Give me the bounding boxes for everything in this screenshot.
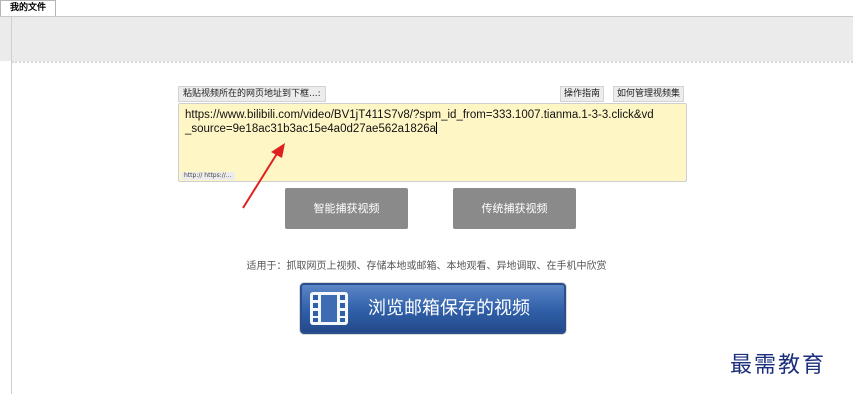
left-border xyxy=(11,17,12,394)
tab-my-files[interactable]: 我的文件 xyxy=(0,0,56,16)
url-value: https://www.bilibili.com/video/BV1jT411S… xyxy=(185,109,654,135)
paste-url-label: 粘贴视频所在的网页地址到下框...: xyxy=(178,86,326,102)
guide-button[interactable]: 操作指南 xyxy=(560,86,605,102)
manage-collection-button[interactable]: 如何管理视频集 xyxy=(613,86,685,102)
smart-capture-button[interactable]: 智能捕获视频 xyxy=(285,188,408,229)
browse-saved-videos-button[interactable]: 浏览邮箱保存的视频 xyxy=(300,283,566,334)
dotted-divider xyxy=(12,61,853,63)
header-band xyxy=(0,17,853,61)
tab-strip: 我的文件 xyxy=(0,0,853,17)
applies-description: 适用于：抓取网页上视频、存储本地或邮箱、本地观看、异地调取、在手机中欣赏 xyxy=(246,261,607,272)
classic-capture-button[interactable]: 传统捕获视频 xyxy=(453,188,576,229)
watermark: 最需教育 xyxy=(730,353,827,378)
url-input[interactable]: https://www.bilibili.com/video/BV1jT411S… xyxy=(178,103,687,182)
text-caret xyxy=(436,122,438,134)
film-strip-icon xyxy=(310,292,348,325)
browse-button-label: 浏览邮箱保存的视频 xyxy=(368,298,530,319)
protocol-hint: http:// https://... xyxy=(181,172,235,180)
